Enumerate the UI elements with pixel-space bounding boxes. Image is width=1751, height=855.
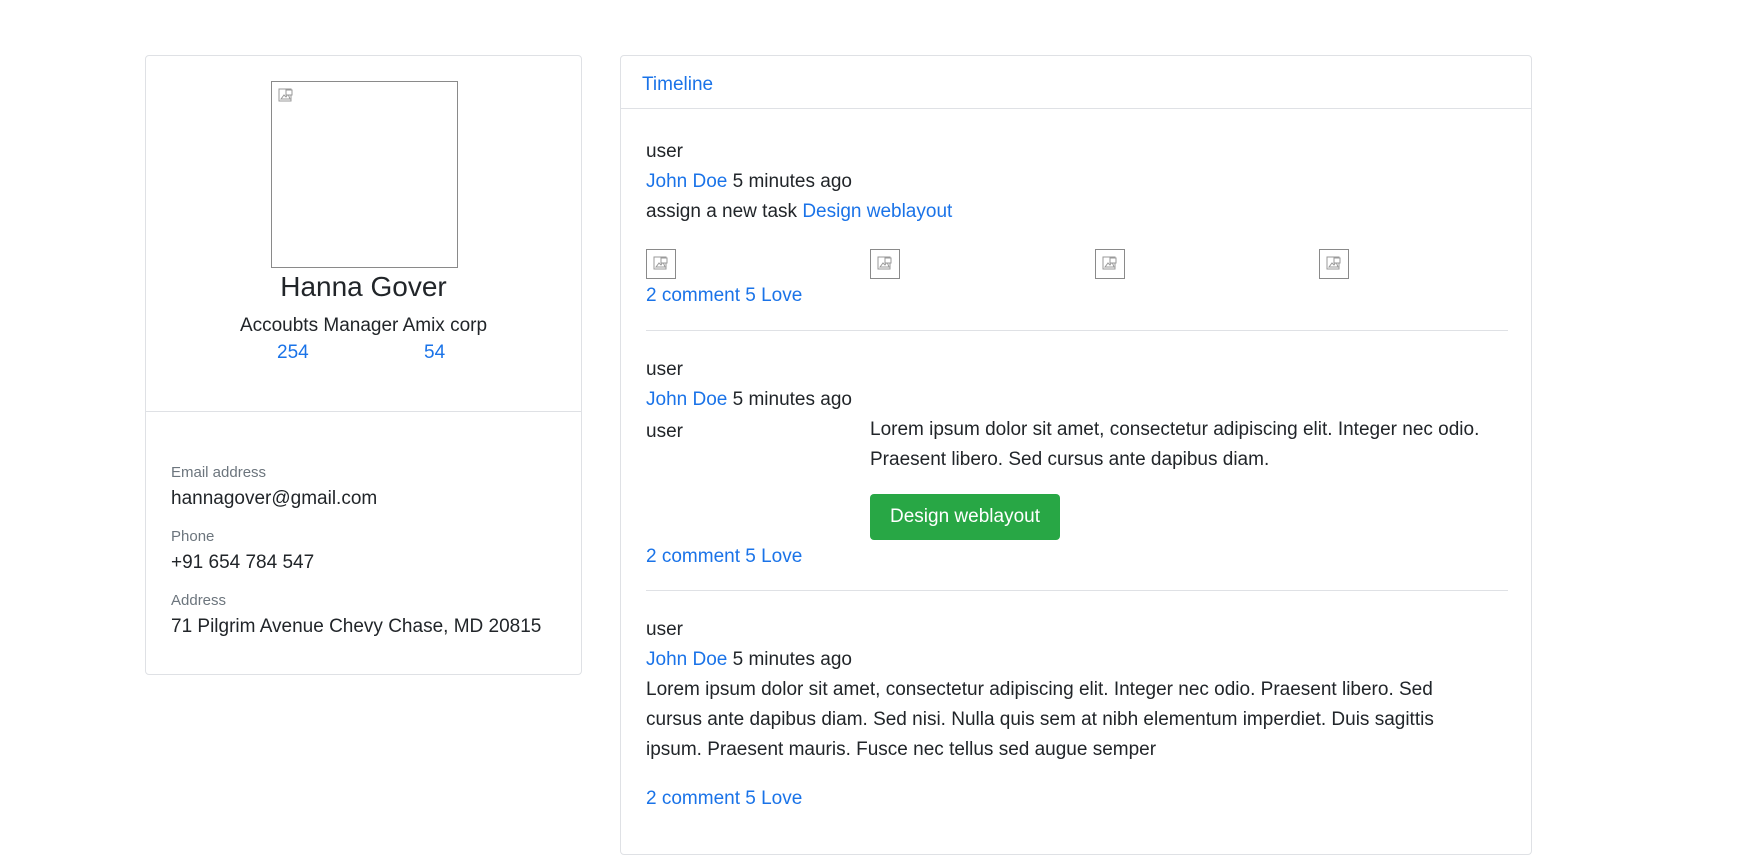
address-value: 71 Pilgrim Avenue Chevy Chase, MD 20815 bbox=[171, 616, 542, 637]
post-footer-link[interactable]: 2 comment 5 Love bbox=[646, 784, 802, 814]
post-thumbnail[interactable] bbox=[870, 249, 900, 279]
post-footer-link[interactable]: 2 comment 5 Love bbox=[646, 542, 802, 572]
timeline-card: Timeline user John Doe 5 minutes ago ass… bbox=[620, 55, 1532, 855]
email-value: hannagover@gmail.com bbox=[171, 488, 378, 509]
email-label: Email address bbox=[171, 464, 267, 481]
stat-link-2[interactable]: 54 bbox=[424, 342, 445, 364]
author-link[interactable]: John Doe bbox=[646, 649, 727, 670]
design-weblayout-button[interactable]: Design weblayout bbox=[870, 494, 1060, 540]
tab-timeline[interactable]: Timeline bbox=[642, 74, 713, 96]
phone-label: Phone bbox=[171, 528, 215, 545]
author-link[interactable]: John Doe bbox=[646, 171, 727, 192]
broken-image-icon bbox=[877, 256, 893, 272]
post-time: 5 minutes ago bbox=[732, 171, 852, 192]
post-thumbnail[interactable] bbox=[646, 249, 676, 279]
post-thumbnail[interactable] bbox=[1095, 249, 1125, 279]
author-link[interactable]: John Doe bbox=[646, 389, 727, 410]
post-time: 5 minutes ago bbox=[732, 649, 852, 670]
post-user-image: user bbox=[646, 359, 683, 380]
post-divider bbox=[646, 590, 1508, 591]
post-user-image: user bbox=[646, 619, 683, 640]
profile-role: Accoubts Manager Amix corp bbox=[239, 315, 488, 336]
tab-divider bbox=[621, 108, 1531, 109]
phone-value: +91 654 784 547 bbox=[171, 552, 315, 573]
broken-image-icon bbox=[1102, 256, 1118, 272]
post-action: assign a new task Design weblayout bbox=[646, 197, 952, 227]
address-label: Address bbox=[171, 592, 227, 609]
post-thumbnail[interactable] bbox=[1319, 249, 1349, 279]
post-action-text: assign a new task bbox=[646, 201, 798, 222]
post-time: 5 minutes ago bbox=[732, 389, 852, 410]
stat-link-1[interactable]: 254 bbox=[277, 342, 309, 364]
post-meta: John Doe 5 minutes ago bbox=[646, 167, 852, 197]
post-image: user bbox=[646, 421, 683, 442]
post-divider bbox=[646, 330, 1508, 331]
post-user-image: user bbox=[646, 141, 683, 162]
profile-card: Hanna Gover Accoubts Manager Amix corp 2… bbox=[145, 55, 582, 675]
profile-name: Hanna Gover bbox=[280, 271, 447, 302]
post-meta: John Doe 5 minutes ago bbox=[646, 645, 852, 675]
task-link[interactable]: Design weblayout bbox=[802, 201, 952, 222]
broken-image-icon bbox=[653, 256, 669, 272]
profile-divider bbox=[146, 411, 581, 412]
broken-image-icon bbox=[1326, 256, 1342, 272]
post-footer-link[interactable]: 2 comment 5 Love bbox=[646, 281, 802, 311]
post-body: Lorem ipsum dolor sit amet, consectetur … bbox=[646, 679, 1434, 760]
post-body: Lorem ipsum dolor sit amet, consectetur … bbox=[870, 419, 1480, 470]
avatar bbox=[271, 81, 458, 268]
post-meta: John Doe 5 minutes ago bbox=[646, 385, 852, 415]
broken-image-icon bbox=[278, 88, 294, 104]
